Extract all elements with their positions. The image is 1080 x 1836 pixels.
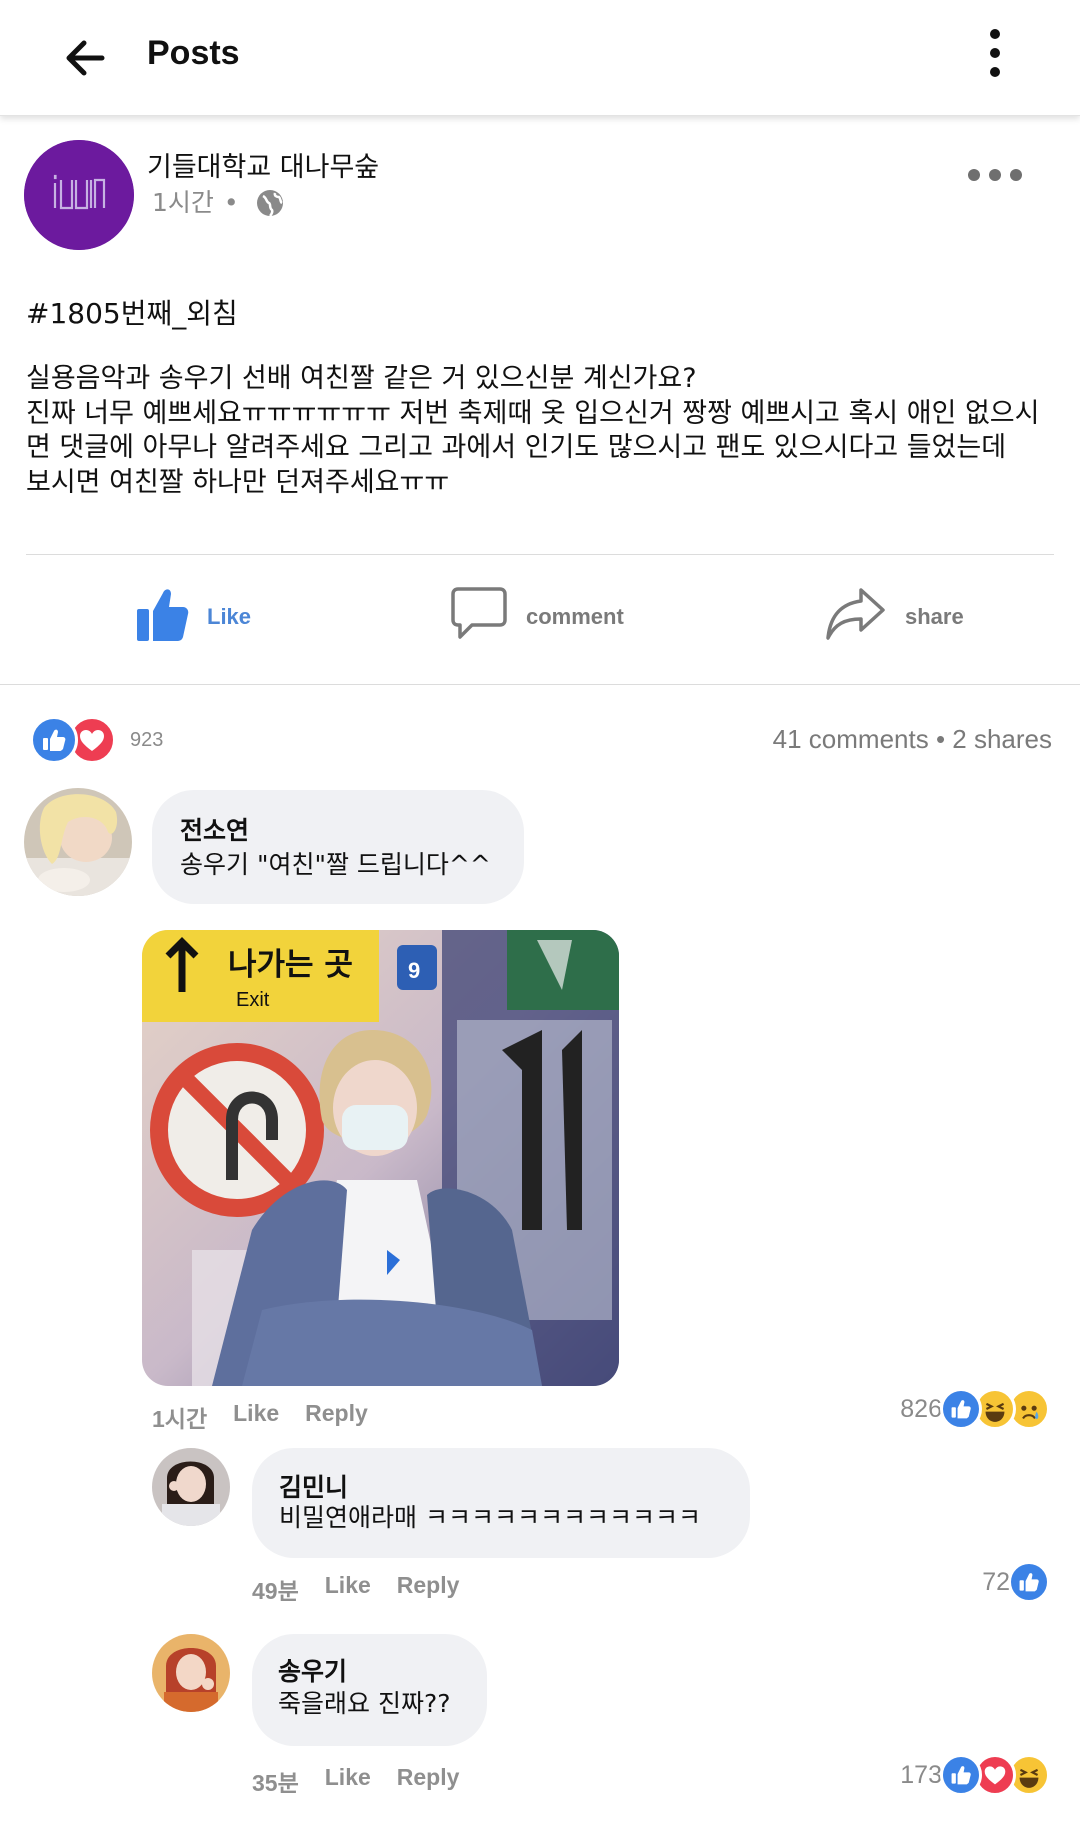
- post-reactions[interactable]: 923: [30, 716, 163, 764]
- comment-author[interactable]: 전소연: [180, 815, 249, 847]
- post-hashtag[interactable]: #1805번째_외침: [26, 296, 238, 332]
- post-stats[interactable]: 41 comments • 2 shares: [773, 724, 1052, 755]
- like-reaction-icon: [940, 1388, 982, 1430]
- reaction-count: 826: [900, 1394, 942, 1423]
- comment-reply-button[interactable]: Reply: [397, 1572, 460, 1606]
- avatar[interactable]: [24, 788, 132, 896]
- sign-subtext: Exit: [236, 989, 270, 1011]
- divider: [0, 684, 1080, 685]
- like-button[interactable]: Like: [135, 586, 251, 648]
- share-button[interactable]: share: [825, 586, 964, 648]
- post-body: 실용음악과 송우기 선배 여친짤 같은 거 있으신분 계신가요? 진짜 너무 예…: [26, 363, 1040, 498]
- page-logo: [24, 140, 134, 250]
- comment-button[interactable]: comment: [450, 586, 624, 648]
- page-avatar[interactable]: [24, 140, 134, 250]
- avatar[interactable]: [152, 1634, 230, 1712]
- comment-bubble: [152, 790, 524, 904]
- svg-text:9: 9: [408, 958, 420, 983]
- comment-author[interactable]: 김민니: [279, 1472, 348, 1504]
- page-name[interactable]: 기들대학교 대나무숲: [147, 150, 379, 186]
- like-reaction-icon: [30, 716, 78, 764]
- page-title: Posts: [147, 34, 240, 72]
- comment-like-button[interactable]: Like: [325, 1764, 371, 1798]
- post-options-icon[interactable]: [965, 160, 1025, 190]
- comment-photo[interactable]: 9 나가는 곳 Exit: [142, 930, 619, 1386]
- like-reaction-icon: [1008, 1561, 1050, 1603]
- comment-meta: 49분 Like Reply: [252, 1572, 459, 1606]
- comment-label: comment: [526, 604, 624, 629]
- like-label: Like: [207, 604, 252, 629]
- avatar[interactable]: [152, 1448, 230, 1526]
- comment-like-button[interactable]: Like: [233, 1400, 279, 1434]
- comment-like-button[interactable]: Like: [325, 1572, 371, 1606]
- meta-separator: •: [223, 188, 239, 217]
- app-header: Posts: [0, 0, 1080, 116]
- comment-text: 비밀연애라매 ㅋㅋㅋㅋㅋㅋㅋㅋㅋㅋㅋㅋ: [279, 1503, 701, 1532]
- comment-reply-button[interactable]: Reply: [397, 1764, 460, 1798]
- comment-reactions[interactable]: 173: [900, 1754, 1050, 1796]
- share-label: share: [905, 604, 964, 629]
- divider: [26, 554, 1054, 555]
- post-meta: 1시간 •: [152, 186, 285, 220]
- like-reaction-icon: [940, 1754, 982, 1796]
- sign-text: 나가는 곳: [228, 947, 353, 983]
- comment-text: 죽을래요 진짜??: [278, 1689, 451, 1718]
- comment-reactions[interactable]: 72: [982, 1561, 1050, 1603]
- comment-time: 1시간: [152, 1406, 208, 1432]
- comment-reply-button[interactable]: Reply: [305, 1400, 368, 1434]
- thumbs-up-icon: [135, 585, 189, 649]
- reaction-count: 72: [982, 1567, 1010, 1596]
- reaction-count: 173: [900, 1760, 942, 1789]
- comment-meta: 35분 Like Reply: [252, 1764, 459, 1798]
- comment-time: 35분: [252, 1770, 299, 1796]
- comment-meta: 1시간 Like Reply: [152, 1400, 368, 1434]
- comment-text: 송우기 "여친"짤 드립니다^^: [180, 850, 491, 879]
- comment-icon: [450, 586, 508, 648]
- back-arrow-icon[interactable]: [58, 30, 114, 86]
- reaction-count: 923: [130, 728, 164, 751]
- comment-time: 49분: [252, 1578, 299, 1604]
- comment-reactions[interactable]: 826: [900, 1388, 1050, 1430]
- post-time: 1시간: [152, 188, 214, 217]
- globe-icon: [255, 188, 285, 218]
- comment-author[interactable]: 송우기: [278, 1656, 347, 1688]
- kebab-menu-icon[interactable]: [975, 26, 1015, 82]
- share-icon: [825, 586, 887, 648]
